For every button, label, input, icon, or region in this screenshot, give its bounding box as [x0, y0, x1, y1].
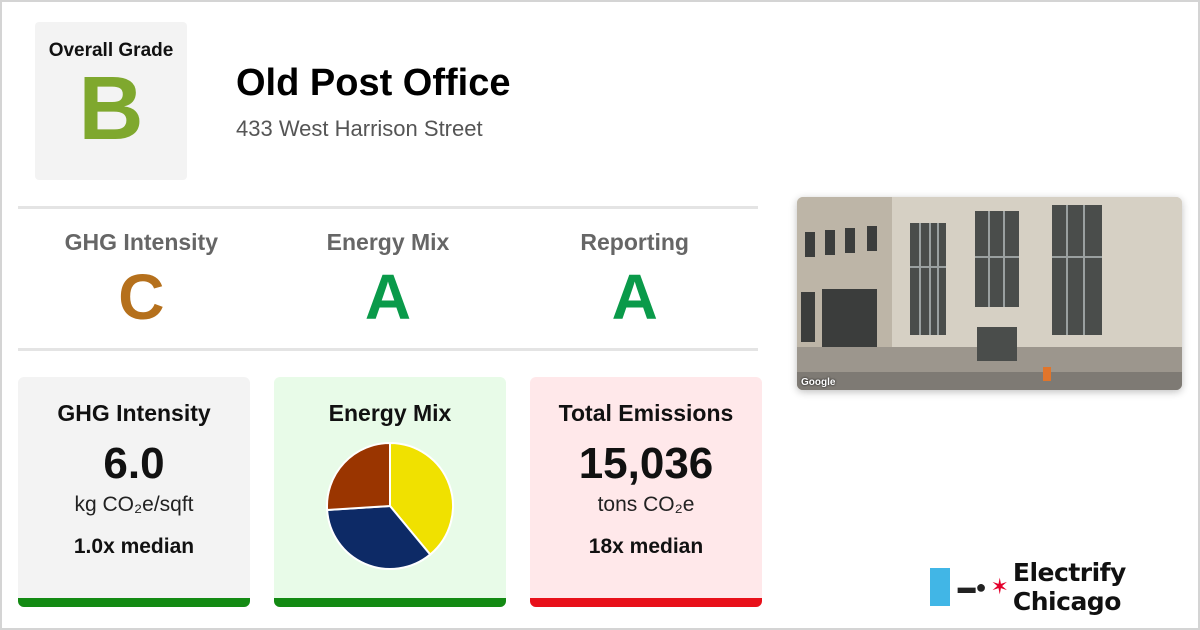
card-title: GHG Intensity — [57, 400, 211, 426]
building-facade-image — [797, 197, 1182, 390]
ghg-intensity-unit: kg CO₂e/sqft — [74, 493, 194, 516]
overall-grade-box: Overall Grade B — [35, 22, 187, 180]
ghg-median-comparison: 1.0x median — [73, 535, 195, 558]
card-status-bar — [18, 598, 250, 607]
total-emissions-card: Total Emissions 15,036 tons CO₂e 18x med… — [530, 377, 762, 607]
subgrade-ghg: GHG Intensity C — [18, 213, 265, 343]
building-address: 433 West Harrison Street — [236, 116, 483, 141]
card-title: Energy Mix — [328, 400, 452, 426]
subgrade-label: Energy Mix — [326, 229, 450, 255]
emissions-median-comparison: 18x median — [588, 535, 704, 558]
subgrade-energy-mix: Energy Mix A — [265, 213, 512, 343]
energy-mix-pie-chart — [326, 441, 454, 570]
subgrade-reporting: Reporting A — [511, 213, 758, 343]
overall-grade-letter: B — [78, 59, 144, 159]
card-status-bar — [274, 598, 506, 607]
ghg-intensity-card: GHG Intensity 6.0 kg CO₂e/sqft 1.0x medi… — [18, 377, 250, 607]
energy-mix-card: Energy Mix — [274, 377, 506, 607]
total-emissions-unit: tons CO₂e — [597, 493, 695, 516]
card-status-bar — [530, 598, 762, 607]
subgrade-label: GHG Intensity — [64, 229, 219, 255]
subgrade-row: GHG Intensity C Energy Mix A Reporting A — [18, 213, 758, 343]
subgrade-letter: A — [611, 261, 658, 333]
electrify-chicago-logo[interactable]: ▬● ✶ Electrify Chicago — [930, 558, 1200, 616]
total-emissions-value: 15,036 — [578, 439, 714, 488]
star-icon: ✶ — [990, 574, 1009, 599]
logo-text: Electrify Chicago — [1012, 558, 1126, 616]
subgrade-label: Reporting — [580, 229, 689, 255]
ghg-intensity-value: 6.0 — [103, 439, 165, 488]
subgrade-letter: A — [364, 261, 412, 333]
divider-bottom — [18, 348, 758, 351]
card-title: Total Emissions — [558, 400, 734, 426]
divider-top — [18, 206, 758, 209]
pie-slice-2 — [326, 441, 391, 512]
building-name: Old Post Office — [236, 62, 511, 104]
photo-credit: Google — [801, 377, 836, 388]
plug-icon: ▬● — [957, 576, 987, 597]
building-photo: Google — [797, 197, 1182, 390]
chicago-flag-stripe — [930, 568, 950, 606]
subgrade-letter: C — [118, 261, 165, 333]
